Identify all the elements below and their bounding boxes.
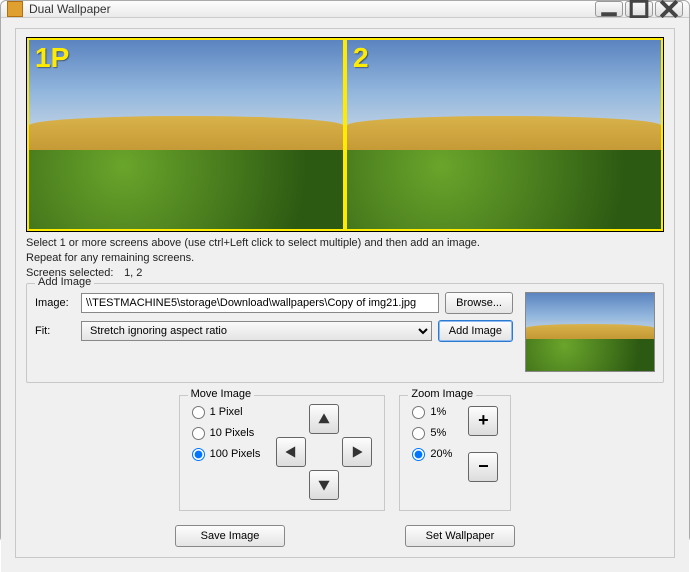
add-image-button[interactable]: Add Image xyxy=(438,320,513,342)
app-window: Dual Wallpaper 1P 2 Select 1 or more scr… xyxy=(0,0,690,543)
title-bar[interactable]: Dual Wallpaper xyxy=(1,1,689,18)
move-dpad xyxy=(276,404,372,500)
move-image-group: Move Image 1 Pixel 10 Pixels 100 Pixels xyxy=(179,395,386,511)
add-image-legend: Add Image xyxy=(35,276,94,288)
fit-label: Fit: xyxy=(35,325,75,337)
main-panel: 1P 2 Select 1 or more screens above (use… xyxy=(15,28,675,558)
screens-preview: 1P 2 xyxy=(26,37,664,232)
add-image-group: Add Image Image: Browse... Fit: Stretch … xyxy=(26,283,664,383)
image-label: Image: xyxy=(35,297,75,309)
move-legend: Move Image xyxy=(188,388,255,400)
browse-button[interactable]: Browse... xyxy=(445,292,513,314)
zoom-radio-1pct[interactable]: 1% xyxy=(412,406,452,419)
move-radio-10px[interactable]: 10 Pixels xyxy=(192,427,261,440)
zoom-image-group: Zoom Image 1% 5% 20% + − xyxy=(399,395,511,511)
zoom-radio-5pct[interactable]: 5% xyxy=(412,427,452,440)
screen-1-label: 1P xyxy=(35,42,69,74)
window-title: Dual Wallpaper xyxy=(29,2,595,16)
screen-2[interactable]: 2 xyxy=(345,38,663,231)
fit-select[interactable]: Stretch ignoring aspect ratio xyxy=(81,321,432,341)
instruction-line-1: Select 1 or more screens above (use ctrl… xyxy=(26,236,664,251)
move-left-button[interactable] xyxy=(276,437,306,467)
move-down-button[interactable] xyxy=(309,470,339,500)
maximize-button[interactable] xyxy=(625,1,653,17)
screens-selected-value: 1, 2 xyxy=(124,267,142,279)
close-button[interactable] xyxy=(655,1,683,17)
client-area: 1P 2 Select 1 or more screens above (use… xyxy=(1,18,689,572)
minimize-button[interactable] xyxy=(595,1,623,17)
image-thumbnail xyxy=(525,292,655,372)
screen-1[interactable]: 1P xyxy=(27,38,345,231)
move-radio-100px[interactable]: 100 Pixels xyxy=(192,448,261,461)
instructions: Select 1 or more screens above (use ctrl… xyxy=(26,236,664,281)
move-radio-1px[interactable]: 1 Pixel xyxy=(192,406,261,419)
zoom-legend: Zoom Image xyxy=(408,388,476,400)
zoom-out-button[interactable]: − xyxy=(468,452,498,482)
move-up-button[interactable] xyxy=(309,404,339,434)
zoom-in-button[interactable]: + xyxy=(468,406,498,436)
screen-2-label: 2 xyxy=(353,42,369,74)
instruction-line-2: Repeat for any remaining screens. xyxy=(26,251,664,266)
image-path-input[interactable] xyxy=(81,293,439,313)
save-image-button[interactable]: Save Image xyxy=(175,525,285,547)
zoom-radio-20pct[interactable]: 20% xyxy=(412,448,452,461)
set-wallpaper-button[interactable]: Set Wallpaper xyxy=(405,525,515,547)
move-right-button[interactable] xyxy=(342,437,372,467)
app-icon xyxy=(7,1,23,17)
